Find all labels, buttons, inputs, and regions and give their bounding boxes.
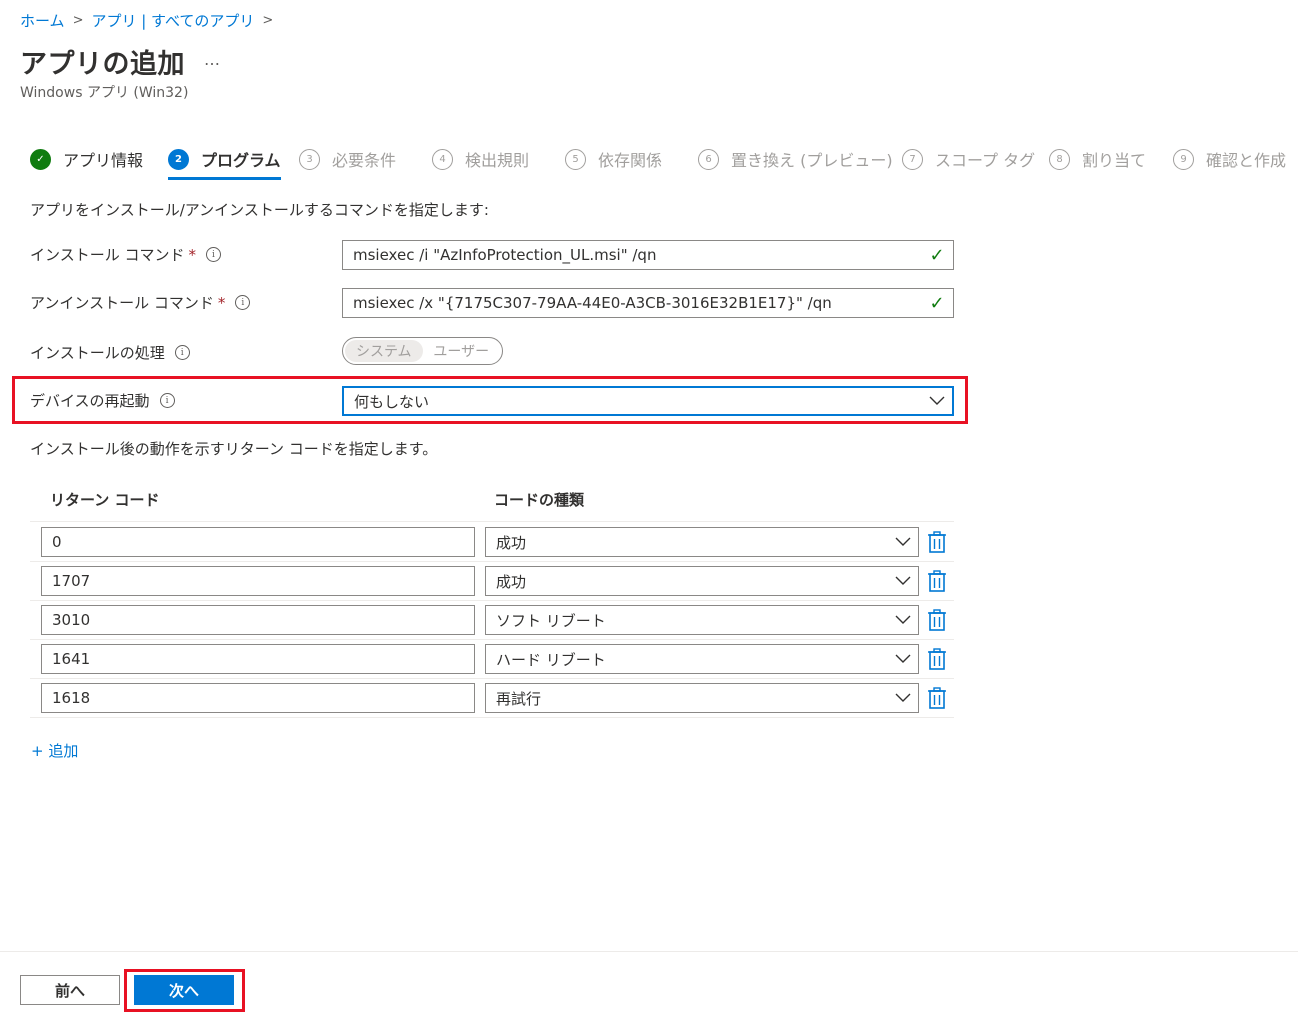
row-divider [30,639,954,640]
breadcrumb: ホーム > アプリ | すべてのアプリ > [20,10,281,31]
step-label: 置き換え (プレビュー) [731,151,893,170]
step-label: アプリ情報 [63,151,144,170]
return-code-description: インストール後の動作を示すリターン コードを指定します。 [30,440,438,458]
code-type-dropdown[interactable]: 再試行 [485,683,919,713]
footer-divider [0,951,1298,952]
behavior-option-user[interactable]: ユーザー [423,340,501,362]
code-type-dropdown[interactable]: 成功 [485,527,919,557]
row-divider [30,561,954,562]
behavior-option-system[interactable]: システム [345,340,423,362]
step-number-icon: 8 [1049,148,1070,170]
checkmark-circle-icon: ✓ [30,148,51,170]
install-behavior-label: インストールの処理 i [30,342,190,363]
chevron-down-icon [888,537,918,547]
step-dependencies[interactable]: 5 依存関係 [565,145,662,173]
step-number-icon: 9 [1173,148,1194,170]
wizard-steps: ✓ アプリ情報 2 プログラム 3 必要条件 4 検出規則 5 依存関係 6 置… [30,145,1298,183]
required-marker: * [217,293,226,312]
device-restart-dropdown[interactable]: 何もしない [342,386,954,416]
step-label: プログラム [201,151,281,170]
chevron-right-icon: > [262,13,274,28]
step-label: 割り当て [1082,151,1147,170]
step-scope-tags[interactable]: 7 スコープ タグ [902,145,1035,173]
step-label: 依存関係 [598,151,663,170]
chevron-down-icon [888,693,918,703]
command-description: アプリをインストール/アンインストールするコマンドを指定します: [30,201,489,219]
uninstall-command-input[interactable]: msiexec /x "{7175C307-79AA-44E0-A3CB-301… [342,288,954,318]
trash-icon[interactable] [927,569,947,593]
column-header-return-code: リターン コード [50,491,160,509]
more-options-button[interactable]: … [204,50,221,69]
chevron-down-icon [888,576,918,586]
code-type-dropdown[interactable]: ソフト リブート [485,605,919,635]
code-type-dropdown[interactable]: ハード リブート [485,644,919,674]
step-label: 検出規則 [465,151,530,170]
row-divider [30,717,954,718]
chevron-down-icon [888,615,918,625]
return-code-input[interactable]: 1618 [41,683,475,713]
step-review-create[interactable]: 9 確認と作成 [1173,145,1286,173]
info-icon[interactable]: i [235,295,251,310]
column-header-code-type: コードの種類 [494,491,585,509]
trash-icon[interactable] [927,530,947,554]
step-app-info[interactable]: ✓ アプリ情報 [30,145,143,173]
page-title: アプリの追加 [20,49,185,80]
step-detection-rules[interactable]: 4 検出規則 [432,145,529,173]
return-code-input[interactable]: 3010 [41,605,475,635]
install-command-label: インストール コマンド * i [30,244,221,265]
step-number-icon: 5 [565,148,586,170]
step-assignments[interactable]: 8 割り当て [1049,145,1146,173]
trash-icon[interactable] [927,686,947,710]
info-icon[interactable]: i [205,247,221,262]
code-type-dropdown[interactable]: 成功 [485,566,919,596]
return-code-input[interactable]: 1641 [41,644,475,674]
info-icon[interactable]: i [159,393,175,408]
page-subtitle: Windows アプリ (Win32) [20,85,189,101]
step-label: 必要条件 [332,151,397,170]
step-number-icon: 4 [432,148,453,170]
row-divider [30,678,954,679]
chevron-down-icon [922,396,952,406]
add-return-code-link[interactable]: + 追加 [31,740,78,761]
step-label: 確認と作成 [1206,151,1287,170]
step-label: スコープ タグ [935,151,1036,170]
return-code-input[interactable]: 0 [41,527,475,557]
table-header-divider [30,521,954,522]
install-behavior-toggle[interactable]: システム ユーザー [342,337,503,365]
step-number-icon: 3 [299,148,320,170]
row-divider [30,600,954,601]
step-program[interactable]: 2 プログラム [168,145,281,180]
breadcrumb-apps-link[interactable]: アプリ | すべてのアプリ [91,10,254,31]
uninstall-command-label: アンインストール コマンド * i [30,292,251,313]
return-code-input[interactable]: 1707 [41,566,475,596]
checkmark-icon: ✓ [929,292,945,314]
chevron-down-icon [888,654,918,664]
step-number-icon: 6 [698,148,719,170]
breadcrumb-home-link[interactable]: ホーム [20,10,65,31]
install-command-input[interactable]: msiexec /i "AzInfoProtection_UL.msi" /qn… [342,240,954,270]
next-button[interactable]: 次へ [134,975,234,1005]
previous-button[interactable]: 前へ [20,975,120,1005]
step-number-icon: 2 [168,148,189,170]
info-icon[interactable]: i [174,345,190,360]
step-number-icon: 7 [902,148,923,170]
required-marker: * [188,245,196,264]
step-requirements[interactable]: 3 必要条件 [299,145,396,173]
step-supersedence[interactable]: 6 置き換え (プレビュー) [698,145,893,173]
trash-icon[interactable] [927,647,947,671]
chevron-right-icon: > [72,13,84,28]
device-restart-label: デバイスの再起動 i [30,390,175,411]
checkmark-icon: ✓ [929,244,945,266]
trash-icon[interactable] [927,608,947,632]
